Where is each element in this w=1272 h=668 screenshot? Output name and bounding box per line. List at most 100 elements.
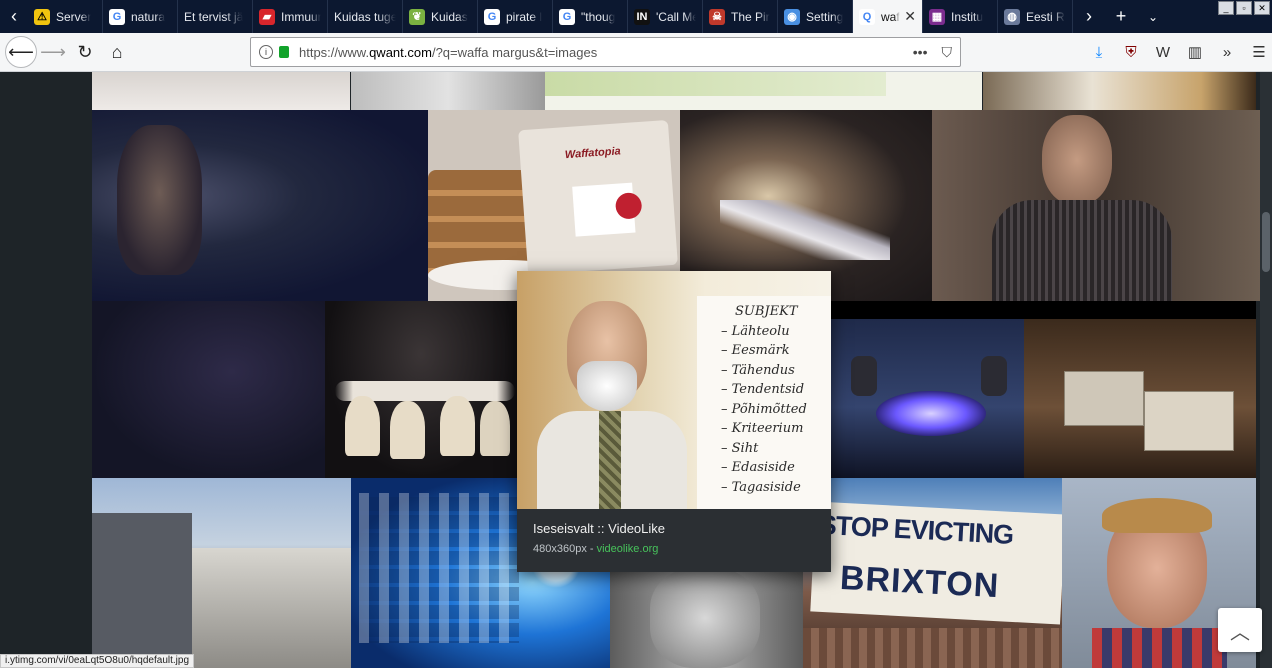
minimize-button[interactable]: _ [1218, 1, 1234, 15]
protest-text-line2: BRIXTON [839, 558, 1001, 606]
site-info-icon[interactable]: i [259, 45, 273, 59]
tab-6[interactable]: Gpirate l [478, 0, 553, 33]
image-result-dark-figure[interactable] [92, 301, 325, 478]
image-result-green-plate[interactable] [545, 72, 982, 110]
image-result-costume[interactable] [983, 72, 1256, 110]
tab-label: Eesti R [1026, 9, 1065, 24]
tab-12[interactable]: ▦ Institu [923, 0, 998, 33]
google-icon: G [559, 8, 575, 25]
tab-8[interactable]: IN 'Call Me [628, 0, 703, 33]
flipchart-line: – Siht [721, 440, 759, 456]
image-result-bald-man[interactable] [932, 110, 1264, 301]
tab-11[interactable]: Qwaf ✕ [853, 0, 923, 33]
ublock-icon[interactable]: ⛨ [1118, 37, 1144, 67]
tab-list: ⚠ Server Gnatura Et tervist jä ▰ Immuur Kuidas… [28, 0, 1073, 33]
grid-icon: ▦ [929, 8, 945, 25]
professor-figure [537, 291, 687, 509]
tab-0[interactable]: ⚠ Server [28, 0, 103, 33]
url-host: qwant.com [369, 44, 432, 60]
image-result-arms[interactable] [351, 72, 545, 110]
flipchart-line: – Kriteerium [721, 421, 804, 436]
preview-meta: 480x360px - videolike.org [533, 543, 658, 555]
window-controls: _ ▫ ✕ [1218, 1, 1270, 15]
url-path: /?q=waffa margus&t=images [431, 44, 598, 60]
tab-label: pirate l [506, 9, 543, 24]
preview-source-link[interactable]: videolike.org [597, 543, 659, 555]
page-actions: ••• ⛉ [913, 44, 952, 61]
overflow-menu-icon[interactable]: » [1214, 37, 1240, 67]
flipchart-line: – Tagasiside [721, 479, 801, 495]
downloads-icon[interactable]: ⤓ [1086, 37, 1112, 67]
back-to-top-button[interactable]: ︿ [1218, 608, 1262, 652]
toolbar-extensions: ⤓ ⛨ W ▥ » ☰ [1086, 37, 1272, 67]
globe-icon: ◍ [1004, 8, 1020, 25]
tab-13[interactable]: ◍ Eesti R [998, 0, 1073, 33]
flipchart-line: – Põhimõtted [721, 401, 807, 417]
image-results-page: Waffatopia STOP EVICTING BRIXTON SUBJEKT… [0, 72, 1272, 668]
image-result-bearded-man[interactable] [92, 110, 428, 301]
hamburger-menu-icon[interactable]: ☰ [1246, 37, 1272, 67]
image-result-bride[interactable] [92, 72, 350, 110]
forward-button[interactable]: ⟶ [37, 36, 69, 68]
tab-7[interactable]: G "thoug [553, 0, 628, 33]
vertical-scrollbar[interactable] [1260, 72, 1272, 668]
google-icon: G [109, 8, 125, 25]
image-result-buildings[interactable] [92, 478, 351, 668]
tab-5[interactable]: ❦ Kuidas [403, 0, 478, 33]
image-result-old-computers[interactable] [1024, 301, 1256, 478]
waffle-brand-label: Waffatopia [564, 145, 622, 162]
tab-strip: ‹ ⚠ Server Gnatura Et tervist jä ▰ Immuur Kuid… [0, 0, 1272, 33]
image-result-protest-banner[interactable]: STOP EVICTING BRIXTON [803, 478, 1062, 668]
flipchart-line: – Tendentsid [721, 382, 805, 397]
tab-label: Et tervist jä [184, 9, 244, 24]
preview-size: 480x360px [533, 543, 587, 555]
tab-2[interactable]: Et tervist jä [178, 0, 253, 33]
sidebar-toggle-icon[interactable]: ▥ [1182, 37, 1208, 67]
tab-label: Immuur [281, 9, 321, 24]
tab-label: The Pir [731, 9, 770, 24]
tab-label: "thoug [581, 9, 616, 24]
tab-4[interactable]: Kuidas tuge [328, 0, 403, 33]
image-result-dancers[interactable] [325, 301, 517, 478]
reload-button[interactable]: ↻ [69, 36, 101, 68]
flipchart-line: SUBJEKT [735, 304, 798, 319]
flipchart-line: – Edasiside [721, 460, 795, 475]
preview-title[interactable]: Iseseisvalt :: VideoLike [533, 521, 665, 536]
tab-3[interactable]: ▰ Immuur [253, 0, 328, 33]
tab-list-menu-button[interactable]: ⌄ [1137, 10, 1169, 24]
chevron-up-icon: ︿ [1230, 621, 1250, 644]
pocket-icon[interactable]: ⛉ [942, 44, 953, 61]
home-button[interactable]: ⌂ [101, 36, 133, 68]
page-actions-menu-icon[interactable]: ••• [913, 44, 928, 61]
in-icon: IN [634, 8, 650, 25]
tab-scroll-left-button[interactable]: ‹ [0, 0, 28, 33]
flipchart-line: – Lähteolu [721, 323, 790, 339]
tab-scroll-right-button[interactable]: › [1073, 6, 1105, 27]
tab-label: waf [881, 9, 900, 24]
close-tab-icon[interactable]: ✕ [904, 8, 916, 25]
new-tab-button[interactable]: + [1105, 6, 1137, 27]
image-preview-tooltip[interactable]: SUBJEKT – Lähteolu – Eesmärk – Tähendus – Te… [517, 271, 831, 572]
tab-label: 'Call Me [656, 9, 696, 24]
tab-label: Kuidas [431, 9, 468, 24]
address-bar[interactable]: i https://www. qwant.com/?q=waffa margus&… [250, 37, 961, 67]
preview-separator: - [586, 543, 597, 555]
scrollbar-thumb[interactable] [1262, 212, 1270, 272]
tab-strip-actions: › + ⌄ [1073, 0, 1169, 33]
tab-9[interactable]: ☠ The Pir [703, 0, 778, 33]
tab-10[interactable]: ◉ Setting [778, 0, 853, 33]
leaf-icon: ❦ [409, 8, 425, 25]
pirate-icon: ☠ [709, 8, 725, 25]
status-bar-url: i.ytimg.com/vi/0eaLqt5O8u0/hqdefault.jpg [0, 654, 194, 668]
wikipedia-extension-icon[interactable]: W [1150, 37, 1176, 67]
back-button[interactable]: ⟵ [5, 36, 37, 68]
preview-image[interactable]: SUBJEKT – Lähteolu – Eesmärk – Tähendus – Te… [517, 271, 831, 509]
close-window-button[interactable]: ✕ [1254, 1, 1270, 15]
tab-1[interactable]: Gnatura [103, 0, 178, 33]
tab-label: Server [56, 9, 92, 24]
tab-label: Kuidas tuge [334, 9, 396, 24]
restore-button[interactable]: ▫ [1236, 1, 1252, 15]
image-result-tv-studio[interactable] [831, 301, 1024, 478]
flipchart-line: – Tähendus [721, 362, 795, 378]
chrome-icon: ◉ [784, 8, 800, 25]
